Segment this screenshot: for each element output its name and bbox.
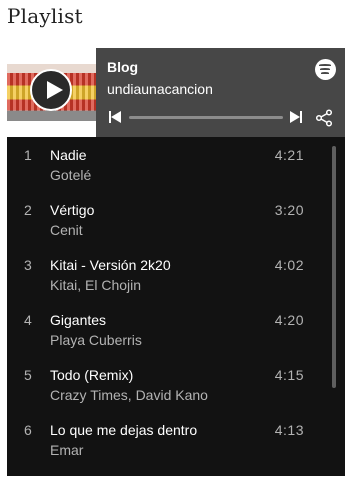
spotify-logo-icon[interactable]	[315, 59, 336, 80]
playlist-title[interactable]: Blog	[107, 59, 138, 75]
playlist-owner[interactable]: undiaunacancion	[107, 81, 213, 97]
scrollbar[interactable]	[332, 146, 336, 388]
track-number: 4	[24, 312, 32, 328]
track-artist[interactable]: Kitai, El Chojin	[50, 277, 141, 293]
track-duration: 3:20	[274, 202, 304, 218]
track-row[interactable]: 6 Lo que me dejas dentro Emar 4:13	[7, 412, 327, 467]
track-duration: 4:20	[274, 312, 304, 328]
track-title[interactable]: Gigantes	[50, 312, 106, 328]
track-row[interactable]: 4 Gigantes Playa Cuberris 4:20	[7, 302, 327, 357]
track-number: 2	[24, 202, 32, 218]
track-title[interactable]: Kitai - Versión 2k20	[50, 257, 171, 273]
track-row[interactable]: 5 Todo (Remix) Crazy Times, David Kano 4…	[7, 357, 327, 412]
track-row[interactable]: 3 Kitai - Versión 2k20 Kitai, El Chojin …	[7, 247, 327, 302]
track-title[interactable]: Nadie	[50, 147, 87, 163]
track-title[interactable]: Vértigo	[50, 202, 94, 218]
page-heading: Playlist	[7, 4, 83, 28]
track-row[interactable]: 1 Nadie Gotelé 4:21	[7, 137, 327, 192]
track-artist[interactable]: Cenit	[50, 222, 83, 238]
track-list: 1 Nadie Gotelé 4:21 2 Vértigo Cenit 3:20…	[7, 137, 345, 476]
track-duration: 4:13	[274, 422, 304, 438]
player-header: Blog undiaunacancion	[7, 48, 345, 137]
track-number: 1	[24, 147, 32, 163]
track-duration: 4:02	[274, 257, 304, 273]
track-artist[interactable]: Crazy Times, David Kano	[50, 387, 208, 403]
play-icon[interactable]	[30, 69, 72, 111]
skip-next-icon[interactable]	[290, 111, 302, 123]
progress-bar[interactable]	[129, 116, 283, 119]
track-title[interactable]: Lo que me dejas dentro	[50, 422, 197, 438]
skip-previous-icon[interactable]	[109, 111, 121, 123]
playlist-cover[interactable]	[7, 48, 96, 137]
track-row[interactable]: 2 Vértigo Cenit 3:20	[7, 192, 327, 247]
track-title[interactable]: Todo (Remix)	[50, 367, 133, 383]
track-duration: 4:21	[274, 147, 304, 163]
track-artist[interactable]: Emar	[50, 442, 83, 458]
track-duration: 4:15	[274, 367, 304, 383]
track-number: 5	[24, 367, 32, 383]
track-number: 3	[24, 257, 32, 273]
share-icon[interactable]	[315, 109, 333, 127]
spotify-playlist-widget: Blog undiaunacancion 1 Nadie Gotelé 4:21	[7, 48, 345, 476]
track-artist[interactable]: Playa Cuberris	[50, 332, 142, 348]
track-artist[interactable]: Gotelé	[50, 167, 91, 183]
track-number: 6	[24, 422, 32, 438]
